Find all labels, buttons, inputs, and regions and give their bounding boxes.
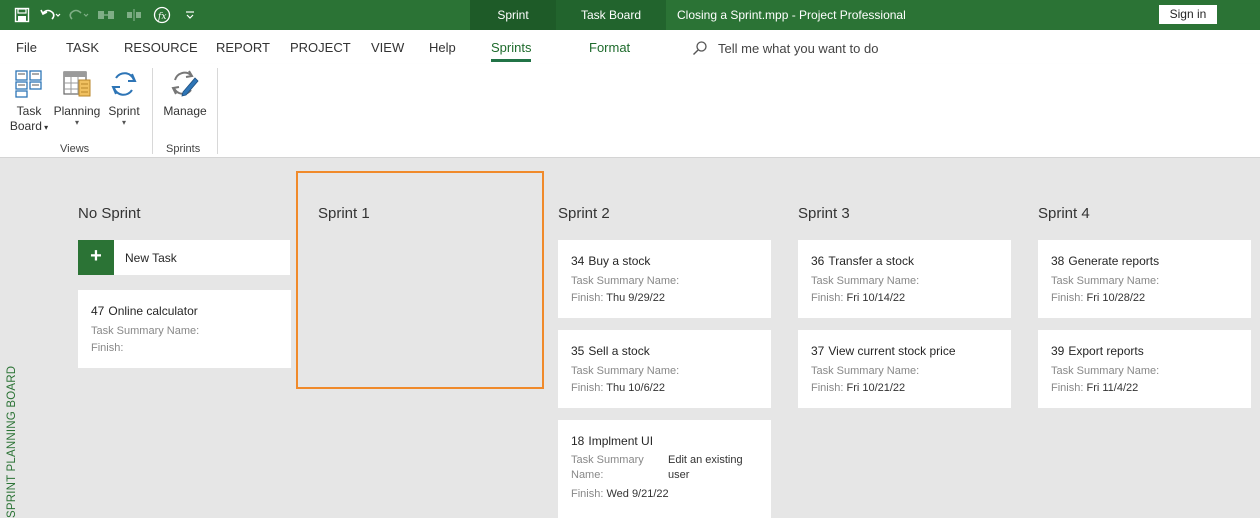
ribbon: Task Board ▾ Planning ▾ Sprint ▾ Views M… — [0, 64, 1260, 158]
undo-icon[interactable] — [38, 5, 62, 25]
task-card-summary: Task Summary Name: — [571, 275, 680, 287]
task-card-summary: Task Summary Name: — [811, 275, 920, 287]
task-card-finish: Finish: Fri 10/14/22 — [811, 292, 906, 304]
unlink-tasks-icon[interactable] — [122, 5, 146, 25]
chevron-down-icon: ▾ — [74, 118, 79, 127]
task-card-title: 34 Buy a stock — [571, 254, 651, 268]
ribbon-tabs: File TASK RESOURCE REPORT PROJECT VIEW H… — [0, 30, 1260, 64]
sprint-label: Sprint — [108, 104, 140, 118]
views-group-label: Views — [60, 143, 90, 155]
tab-project[interactable]: PROJECT — [290, 40, 351, 55]
sign-in-button[interactable]: Sign in — [1159, 5, 1217, 24]
task-board-icon — [13, 68, 45, 100]
redo-icon[interactable] — [66, 5, 90, 25]
new-task-label: New Task — [125, 250, 177, 265]
tab-file[interactable]: File — [16, 40, 37, 55]
task-card-title: 36 Transfer a stock — [811, 254, 914, 268]
formula-icon[interactable]: fx — [150, 5, 174, 25]
quick-access-toolbar: fx — [10, 5, 202, 25]
task-card-title: 37 View current stock price — [811, 344, 956, 358]
task-card-finish: Finish: Fri 10/28/22 — [1051, 292, 1146, 304]
tab-help[interactable]: Help — [429, 40, 456, 55]
save-icon[interactable] — [10, 5, 34, 25]
tab-task[interactable]: TASK — [66, 40, 99, 55]
task-card-finish: Finish: Fri 11/4/22 — [1051, 382, 1139, 394]
task-card-finish: Finish: Thu 10/6/22 — [571, 382, 665, 394]
task-card-summary: Task Summary Name: — [571, 365, 680, 377]
group-divider — [217, 68, 218, 154]
tab-report[interactable]: REPORT — [216, 40, 270, 55]
title-bar: fx Sprint Tools Task Board Tools Closing… — [0, 0, 1260, 52]
column-title-sprint-2: Sprint 2 — [558, 205, 610, 222]
task-card-finish: Finish: — [91, 342, 124, 354]
task-card-summary: Task Summary Name: — [1051, 365, 1160, 377]
context-tab-task-board-tools: Task Board Tools — [556, 0, 666, 52]
planning-label: Planning — [53, 104, 101, 118]
manage-sprints-icon — [169, 68, 201, 100]
chevron-down-icon: ▾ — [121, 118, 126, 127]
context-tab-sprint-tools: Sprint Tools — [470, 0, 556, 52]
manage-label: Manage — [163, 104, 207, 118]
task-board-label-1: Task — [16, 104, 42, 118]
customize-toolbar-icon[interactable] — [178, 5, 202, 25]
column-title-sprint-3: Sprint 3 — [798, 205, 850, 222]
plus-icon: + — [78, 240, 114, 275]
svg-text:fx: fx — [157, 12, 166, 22]
task-card[interactable]: 47 Online calculator Task Summary Name: F… — [78, 290, 291, 368]
task-card-finish: Finish: Thu 9/29/22 — [571, 292, 665, 304]
task-card-summary: Task Summary Name: — [811, 365, 920, 377]
chevron-down-icon: ▾ — [41, 123, 49, 132]
column-title-sprint-4: Sprint 4 — [1038, 205, 1090, 222]
board-side-label: SPRINT PLANNING BOARD — [6, 350, 20, 518]
column-title-no-sprint: No Sprint — [78, 205, 141, 222]
document-title: Closing a Sprint.mpp - Project Professio… — [677, 8, 906, 22]
sprint-1-column-highlight[interactable] — [296, 171, 544, 389]
task-card-title: 18 Implment UI — [571, 434, 654, 448]
new-task-button[interactable]: + New Task — [78, 240, 290, 275]
manage-button[interactable]: Manage — [160, 68, 210, 119]
search-icon — [693, 41, 707, 55]
task-card-finish: Finish: Wed 9/21/22 — [571, 488, 669, 500]
sprint-icon — [108, 68, 140, 100]
board-side-label-text: SPRINT PLANNING BOARD — [6, 365, 18, 518]
sprint-planning-board: SPRINT PLANNING BOARD No Sprint Sprint 1… — [0, 158, 1260, 518]
tab-resource[interactable]: RESOURCE — [124, 40, 198, 55]
task-card[interactable]: 35 Sell a stock Task Summary Name: Finish… — [558, 330, 771, 408]
task-card-summary: Task Summary Name: — [1051, 275, 1160, 287]
task-card[interactable]: 38 Generate reports Task Summary Name: Fi… — [1038, 240, 1251, 318]
link-tasks-icon[interactable] — [94, 5, 118, 25]
tab-view[interactable]: VIEW — [371, 40, 404, 55]
task-card-title: 35 Sell a stock — [571, 344, 650, 358]
sprint-button[interactable]: Sprint ▾ — [104, 68, 144, 127]
planning-icon — [61, 68, 93, 100]
task-card[interactable]: 36 Transfer a stock Task Summary Name: Fi… — [798, 240, 1011, 318]
task-card-summary: Task Summary Name: — [91, 325, 200, 337]
task-card-title: 38 Generate reports — [1051, 254, 1160, 268]
tell-me-search[interactable]: Tell me what you want to do — [692, 40, 878, 56]
tab-sprints[interactable]: Sprints — [491, 40, 532, 62]
task-card[interactable]: 34 Buy a stock Task Summary Name: Finish:… — [558, 240, 771, 318]
task-card[interactable]: 39 Export reports Task Summary Name: Fini… — [1038, 330, 1251, 408]
task-board-button[interactable]: Task Board ▾ — [8, 68, 50, 135]
task-card[interactable]: 18 Implment UI Task Summary Name: Edit an … — [558, 420, 771, 518]
task-card-title: 39 Export reports — [1051, 344, 1144, 358]
task-card-finish: Finish: Fri 10/21/22 — [811, 382, 906, 394]
planning-button[interactable]: Planning ▾ — [52, 68, 102, 127]
group-divider — [152, 68, 153, 154]
tab-format[interactable]: Format — [589, 40, 630, 55]
task-card[interactable]: 37 View current stock price Task Summary … — [798, 330, 1011, 408]
task-card-summary: Task Summary Name: Edit an existing user — [571, 454, 743, 481]
sprints-group-label: Sprints — [166, 143, 201, 155]
task-board-label-2: Board — [9, 119, 42, 133]
tell-me-placeholder: Tell me what you want to do — [718, 40, 879, 56]
task-card-title: 47 Online calculator — [91, 304, 198, 318]
